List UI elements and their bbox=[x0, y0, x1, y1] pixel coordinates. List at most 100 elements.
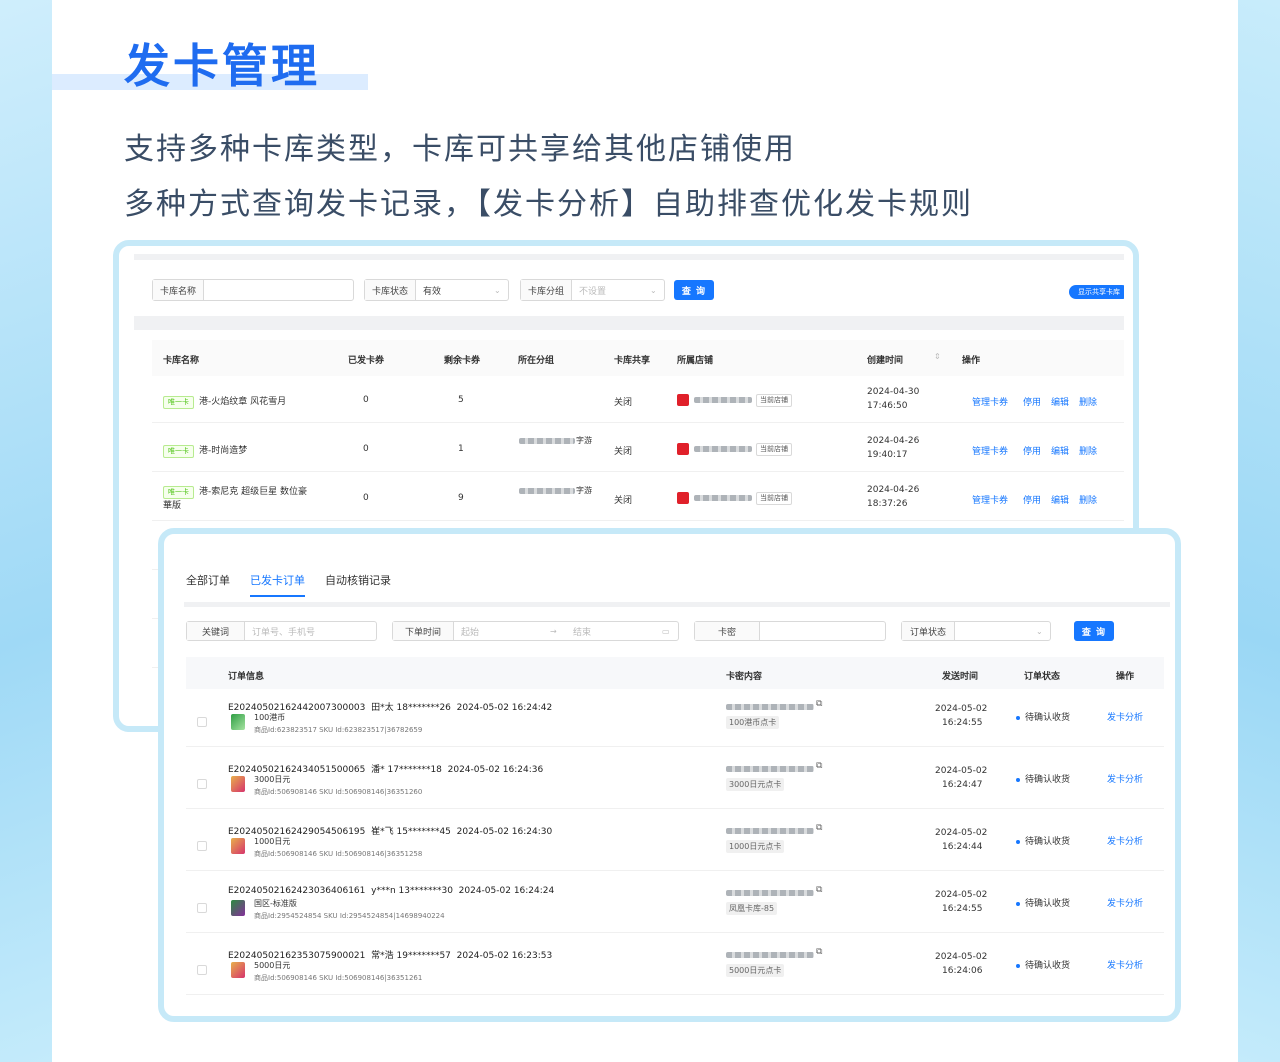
copy-icon[interactable]: ⧉ bbox=[816, 761, 822, 771]
issued-count: 0 bbox=[363, 444, 369, 454]
library-name-label: 卡库名称 bbox=[153, 280, 205, 300]
order-status-select[interactable]: 订单状态 ⌄ bbox=[901, 621, 1051, 641]
product-meta: 商品Id:2954524854 SKU Id:2954524854|146989… bbox=[254, 912, 445, 920]
disable-link[interactable]: 停用 bbox=[1023, 444, 1041, 457]
status-text: 待确认收货 bbox=[1025, 713, 1071, 723]
disable-link[interactable]: 停用 bbox=[1023, 493, 1041, 506]
share-status: 关闭 bbox=[614, 496, 633, 506]
manage-cards-link[interactable]: 管理卡券 bbox=[972, 493, 1008, 506]
delete-link[interactable]: 删除 bbox=[1079, 493, 1097, 506]
blurred-card-secret bbox=[726, 890, 814, 896]
chevron-down-icon: ⌄ bbox=[650, 285, 657, 295]
order-time-range[interactable]: 下单时间 起始 → 结束 ▭ bbox=[392, 621, 679, 641]
order-id: E20240502162429054506195 bbox=[228, 827, 366, 837]
chevron-down-icon: ⌄ bbox=[1036, 626, 1043, 636]
created-date: 2024-04-26 bbox=[867, 485, 920, 495]
library-name-text: 港-火焰纹章 风花雪月 bbox=[199, 397, 287, 407]
start-date-placeholder: 起始 bbox=[461, 627, 480, 638]
row-checkbox[interactable] bbox=[197, 903, 207, 913]
product-name: 1000日元 bbox=[254, 837, 291, 846]
order-status: 待确认收货 bbox=[1016, 834, 1070, 847]
card-analysis-link[interactable]: 发卡分析 bbox=[1107, 958, 1143, 971]
order-status: 待确认收货 bbox=[1016, 710, 1070, 723]
status-dot bbox=[1016, 901, 1020, 906]
current-shop-tag: 当前店铺 bbox=[756, 443, 792, 456]
status-text: 待确认收货 bbox=[1025, 775, 1071, 785]
keyword-search-field[interactable]: 关键词 订单号、手机号 bbox=[186, 621, 377, 641]
product-name: 3000日元 bbox=[254, 775, 291, 784]
issued-count: 0 bbox=[363, 395, 369, 405]
buyer-info: y***n 13*******30 bbox=[371, 886, 453, 896]
blurred-group-name bbox=[519, 488, 575, 494]
manage-cards-link[interactable]: 管理卡券 bbox=[972, 444, 1008, 457]
issued-count: 0 bbox=[363, 493, 369, 503]
card-secret-field[interactable]: 卡密 bbox=[694, 621, 886, 641]
order-time: 2024-05-02 16:24:36 bbox=[447, 765, 544, 775]
order-time-label: 下单时间 bbox=[393, 622, 455, 640]
order-tabs: 全部订单 已发卡订单 自动核销记录 bbox=[186, 572, 391, 597]
remaining-count: 1 bbox=[458, 444, 464, 454]
copy-icon[interactable]: ⧉ bbox=[816, 699, 822, 709]
product-thumbnail bbox=[231, 776, 245, 792]
tab-issued-orders[interactable]: 已发卡订单 bbox=[250, 572, 305, 597]
blurred-card-secret bbox=[726, 766, 814, 772]
tab-all-orders[interactable]: 全部订单 bbox=[186, 572, 230, 588]
row-checkbox[interactable] bbox=[197, 841, 207, 851]
created-date: 2024-04-30 bbox=[867, 387, 920, 397]
delete-link[interactable]: 删除 bbox=[1079, 395, 1097, 408]
card-analysis-link[interactable]: 发卡分析 bbox=[1107, 772, 1143, 785]
sort-icon[interactable]: ⇕ bbox=[934, 352, 941, 361]
product-meta: 商品Id:506908146 SKU Id:506908146|36351260 bbox=[254, 788, 423, 796]
buyer-info: 常*浩 19*******57 bbox=[371, 951, 451, 961]
col-actions: 操作 bbox=[962, 356, 981, 366]
library-group-select[interactable]: 卡库分组 不设置 ⌄ bbox=[520, 279, 665, 301]
order-id: E20240502162353075900021 bbox=[228, 951, 366, 961]
chevron-down-icon: ⌄ bbox=[494, 285, 501, 295]
edit-link[interactable]: 编辑 bbox=[1051, 395, 1069, 408]
copy-icon[interactable]: ⧉ bbox=[816, 885, 822, 895]
current-shop-tag: 当前店铺 bbox=[756, 394, 792, 407]
created-time: 19:40:17 bbox=[867, 450, 908, 460]
current-shop-tag: 当前店铺 bbox=[756, 492, 792, 505]
shop-icon bbox=[677, 492, 689, 504]
remaining-count: 5 bbox=[458, 395, 464, 405]
row-checkbox[interactable] bbox=[197, 965, 207, 975]
copy-icon[interactable]: ⧉ bbox=[816, 823, 822, 833]
library-name-text: 港-时尚造梦 bbox=[199, 446, 248, 456]
blurred-card-secret bbox=[726, 952, 814, 958]
product-meta: 商品Id:506908146 SKU Id:506908146|36351258 bbox=[254, 850, 423, 858]
buyer-info: 崔*飞 15*******45 bbox=[371, 827, 451, 837]
library-group-label: 卡库分组 bbox=[521, 280, 573, 300]
row-checkbox[interactable] bbox=[197, 779, 207, 789]
edit-link[interactable]: 编辑 bbox=[1051, 444, 1069, 457]
status-dot bbox=[1016, 777, 1020, 782]
subtitle-line-2: 多种方式查询发卡记录，【发卡分析】自助排查优化发卡规则 bbox=[124, 187, 973, 222]
tab-auto-verify[interactable]: 自动核销记录 bbox=[325, 572, 391, 588]
card-analysis-link[interactable]: 发卡分析 bbox=[1107, 834, 1143, 847]
keyword-placeholder: 订单号、手机号 bbox=[252, 627, 316, 638]
send-date: 2024-05-02 bbox=[935, 704, 988, 714]
show-shared-library-button[interactable]: 显示共享卡库 bbox=[1069, 285, 1124, 299]
product-thumbnail bbox=[231, 838, 245, 854]
library-name-text: 港-索尼克 超级巨星 数位豪 bbox=[199, 487, 307, 497]
col-order-info: 订单信息 bbox=[228, 672, 265, 682]
edit-link[interactable]: 编辑 bbox=[1051, 493, 1069, 506]
library-name-field[interactable]: 卡库名称 bbox=[152, 279, 354, 301]
card-analysis-link[interactable]: 发卡分析 bbox=[1107, 710, 1143, 723]
copy-icon[interactable]: ⧉ bbox=[816, 947, 822, 957]
order-time: 2024-05-02 16:23:53 bbox=[456, 951, 553, 961]
order-id: E20240502162423036406161 bbox=[228, 886, 366, 896]
order-id: E20240502162442007300003 bbox=[228, 703, 366, 713]
manage-cards-link[interactable]: 管理卡券 bbox=[972, 395, 1008, 408]
card-analysis-link[interactable]: 发卡分析 bbox=[1107, 896, 1143, 909]
right-decoration bbox=[1238, 0, 1280, 1062]
order-query-button[interactable]: 查 询 bbox=[1074, 621, 1114, 641]
library-query-button[interactable]: 查 询 bbox=[674, 280, 714, 300]
unique-card-tag: 唯一卡 bbox=[163, 486, 194, 499]
left-decoration bbox=[0, 0, 52, 1062]
delete-link[interactable]: 删除 bbox=[1079, 444, 1097, 457]
library-status-select[interactable]: 卡库状态 有效 ⌄ bbox=[364, 279, 509, 301]
card-library-tag: 凤凰卡库-85 bbox=[726, 902, 778, 915]
disable-link[interactable]: 停用 bbox=[1023, 395, 1041, 408]
row-checkbox[interactable] bbox=[197, 717, 207, 727]
